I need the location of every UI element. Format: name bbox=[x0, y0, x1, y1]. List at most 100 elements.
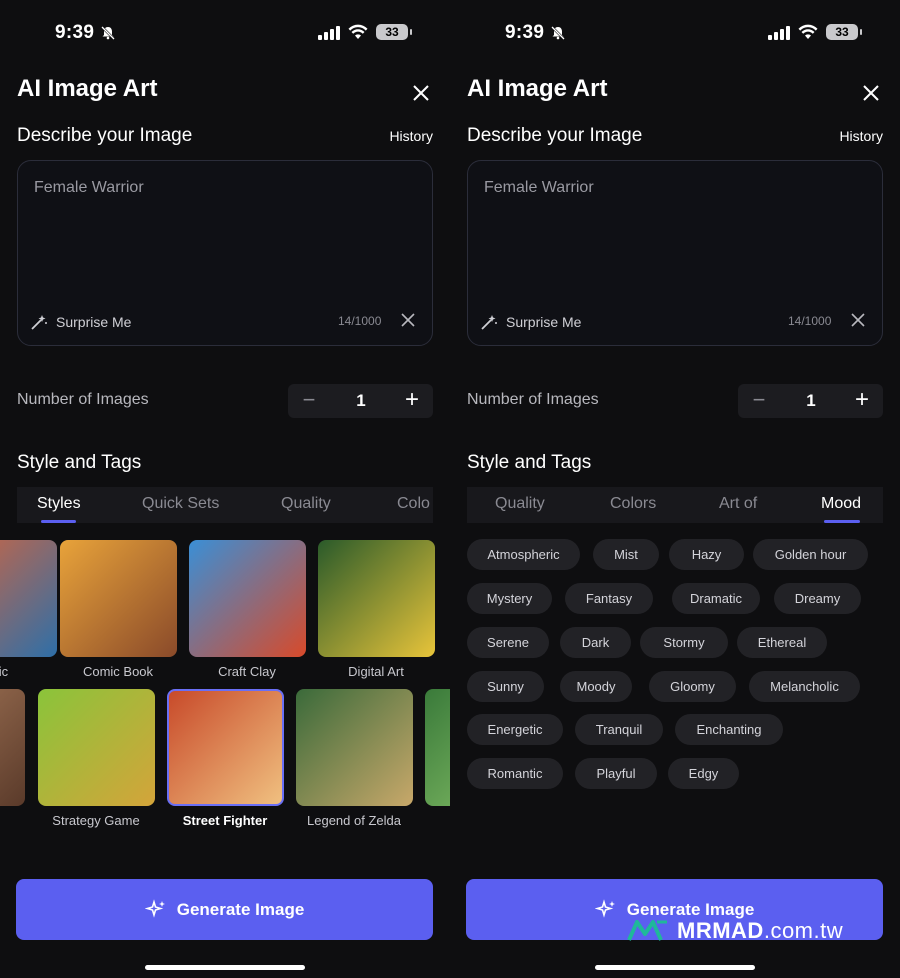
mrmad-logo-icon bbox=[627, 920, 667, 941]
clear-icon[interactable] bbox=[400, 312, 416, 328]
generate-image-label: Generate Image bbox=[626, 899, 755, 919]
magic-wand-icon bbox=[481, 315, 497, 330]
watermark-brand: MRMAD bbox=[677, 918, 764, 943]
style-thumbnail[interactable] bbox=[425, 689, 450, 806]
tab-quick-sets[interactable]: Quick Sets bbox=[142, 495, 219, 513]
style-label: ame bbox=[0, 813, 31, 828]
mood-tag-chip[interactable]: Mist bbox=[593, 539, 659, 570]
active-tab-indicator bbox=[41, 520, 76, 523]
style-label: Craft Clay bbox=[218, 664, 276, 679]
mood-tag-chip[interactable]: Moody bbox=[560, 671, 632, 702]
tab-colors[interactable]: Colo bbox=[397, 495, 430, 513]
mood-tag-chip[interactable]: Stormy bbox=[640, 627, 728, 658]
generate-image-button[interactable]: Generate Image bbox=[16, 879, 433, 940]
silent-bell-icon bbox=[551, 26, 565, 40]
mood-tag-chip[interactable]: Dark bbox=[560, 627, 631, 658]
watermark: MRMAD.com.tw bbox=[627, 918, 843, 944]
style-thumbnail[interactable] bbox=[167, 689, 284, 806]
style-label: Legend of Zelda bbox=[307, 813, 401, 828]
app-comparison: 9:39 33 AI Image Art Describe your Image… bbox=[0, 0, 900, 978]
clear-icon[interactable] bbox=[850, 312, 866, 328]
watermark-domain: .com.tw bbox=[763, 918, 844, 943]
surprise-me-label: Surprise Me bbox=[506, 314, 582, 330]
generate-image-label: Generate Image bbox=[176, 899, 305, 919]
tab-quality[interactable]: Quality bbox=[495, 495, 545, 513]
surprise-me-button[interactable]: Surprise Me bbox=[30, 313, 131, 331]
describe-label: Describe your Image bbox=[467, 125, 643, 146]
tab-colors[interactable]: Colors bbox=[610, 495, 656, 513]
prompt-input[interactable] bbox=[484, 179, 864, 197]
increment-button[interactable]: + bbox=[841, 384, 883, 418]
close-icon[interactable] bbox=[408, 80, 434, 106]
quantity-value: 1 bbox=[806, 391, 816, 410]
style-thumbnail[interactable] bbox=[38, 689, 155, 806]
quantity-value: 1 bbox=[356, 391, 366, 410]
active-tab-indicator bbox=[824, 520, 860, 523]
style-label: Street Fighter bbox=[182, 813, 268, 828]
mood-tag-chip[interactable]: Playful bbox=[575, 758, 657, 789]
mood-tag-chip[interactable]: Atmospheric bbox=[467, 539, 580, 570]
describe-label: Describe your Image bbox=[17, 125, 193, 146]
style-label: Comic Book bbox=[82, 664, 154, 679]
surprise-me-button[interactable]: Surprise Me bbox=[480, 313, 581, 331]
style-thumbnail[interactable] bbox=[60, 540, 177, 657]
style-thumbnail[interactable] bbox=[318, 540, 435, 657]
mood-tag-chip[interactable]: Dreamy bbox=[774, 583, 861, 614]
mood-tag-chip[interactable]: Gloomy bbox=[649, 671, 736, 702]
mood-tag-chip[interactable]: Energetic bbox=[467, 714, 563, 745]
mood-tag-chip[interactable]: Golden hour bbox=[753, 539, 868, 570]
style-thumbnail[interactable] bbox=[0, 689, 25, 806]
mood-tag-chip[interactable]: Mystery bbox=[467, 583, 552, 614]
style-tags-title: Style and Tags bbox=[467, 452, 592, 473]
surprise-me-label: Surprise Me bbox=[56, 314, 132, 330]
increment-button[interactable]: + bbox=[391, 384, 433, 418]
prompt-box: Surprise Me 14/1000 bbox=[467, 160, 883, 346]
cell-signal-icon bbox=[768, 26, 790, 40]
mood-tag-chip[interactable]: Melancholic bbox=[749, 671, 860, 702]
style-label: A bbox=[418, 813, 450, 828]
page-title: AI Image Art bbox=[17, 75, 158, 102]
style-thumbnail[interactable] bbox=[189, 540, 306, 657]
mood-tag-chip[interactable]: Serene bbox=[467, 627, 549, 658]
magic-wand-icon bbox=[31, 315, 47, 330]
home-indicator[interactable] bbox=[595, 965, 755, 970]
mood-tag-chip[interactable]: Dramatic bbox=[672, 583, 760, 614]
mood-tag-chip[interactable]: Romantic bbox=[467, 758, 563, 789]
quantity-stepper: − 1 + bbox=[738, 384, 883, 418]
screen-styles: 9:39 33 AI Image Art Describe your Image… bbox=[0, 0, 450, 978]
tab-quality[interactable]: Quality bbox=[281, 495, 331, 513]
close-icon[interactable] bbox=[858, 80, 884, 106]
history-link[interactable]: History bbox=[839, 128, 883, 144]
style-thumbnail[interactable] bbox=[0, 540, 57, 657]
mood-tag-chip[interactable]: Sunny bbox=[467, 671, 544, 702]
sparkle-icon bbox=[594, 898, 615, 918]
decrement-button[interactable]: − bbox=[288, 384, 330, 418]
tab-mood[interactable]: Mood bbox=[821, 495, 861, 513]
mood-tag-chip[interactable]: Hazy bbox=[669, 539, 744, 570]
mood-tag-chip[interactable]: Edgy bbox=[668, 758, 739, 789]
watermark-text: MRMAD.com.tw bbox=[677, 918, 843, 944]
mood-tag-chip[interactable]: Enchanting bbox=[675, 714, 783, 745]
status-bar: 9:39 33 bbox=[450, 20, 900, 48]
mood-tag-chip[interactable]: Fantasy bbox=[565, 583, 653, 614]
style-thumbnail[interactable] bbox=[296, 689, 413, 806]
style-row-2: ame Strategy Game Street Fighter Legend of … bbox=[0, 689, 450, 829]
history-link[interactable]: History bbox=[389, 128, 433, 144]
mood-tag-chip[interactable]: Tranquil bbox=[575, 714, 663, 745]
status-time: 9:39 bbox=[505, 22, 545, 43]
tag-tabs: Quality Colors Art of Mood bbox=[467, 487, 883, 523]
silent-bell-icon bbox=[101, 26, 115, 40]
char-counter: 14/1000 bbox=[338, 314, 382, 328]
style-row-1: aticComic BookCraft ClayDigital Art bbox=[0, 540, 450, 680]
style-label: Strategy Game bbox=[52, 813, 140, 828]
battery-indicator: 33 bbox=[826, 24, 862, 40]
decrement-button[interactable]: − bbox=[738, 384, 780, 418]
battery-indicator: 33 bbox=[376, 24, 412, 40]
home-indicator[interactable] bbox=[145, 965, 305, 970]
prompt-input[interactable] bbox=[34, 179, 414, 197]
tab-styles[interactable]: Styles bbox=[37, 495, 81, 513]
mood-tag-chip[interactable]: Ethereal bbox=[737, 627, 827, 658]
tab-art-of[interactable]: Art of bbox=[719, 495, 757, 513]
style-label: Digital Art bbox=[348, 664, 404, 679]
sparkle-icon bbox=[144, 898, 165, 918]
